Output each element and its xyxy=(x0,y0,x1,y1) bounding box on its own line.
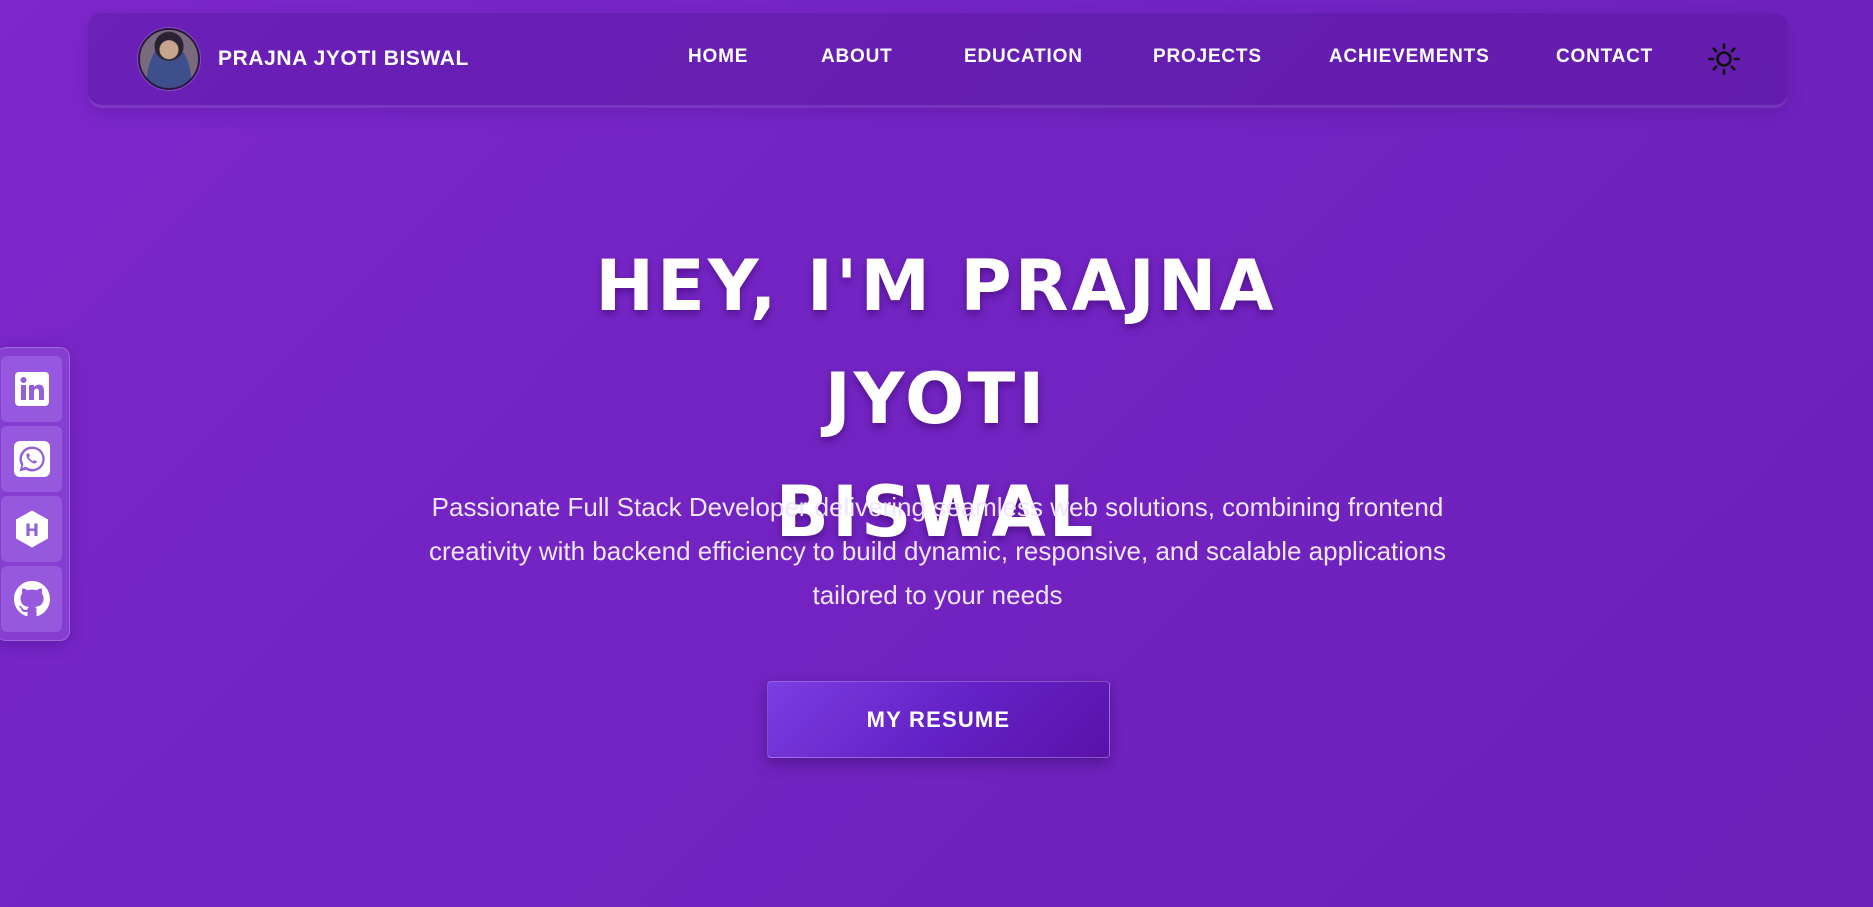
whatsapp-icon xyxy=(13,441,50,477)
hero-title-line1: HEY, I'M PRAJNA JYOTI xyxy=(595,245,1277,440)
social-whatsapp[interactable] xyxy=(1,426,62,492)
nav-about[interactable]: ABOUT xyxy=(821,46,893,68)
github-icon xyxy=(13,581,50,617)
svg-text:H: H xyxy=(24,521,38,541)
linkedin-icon xyxy=(14,372,49,406)
sun-icon xyxy=(1708,43,1740,75)
social-linkedin[interactable] xyxy=(1,356,62,422)
nav-education[interactable]: EDUCATION xyxy=(964,46,1083,68)
resume-button[interactable]: MY RESUME xyxy=(767,681,1110,758)
social-hashnode[interactable]: H xyxy=(1,496,62,562)
hero-description: Passionate Full Stack Developer deliveri… xyxy=(429,492,1446,610)
nav-home[interactable]: HOME xyxy=(688,46,748,68)
nav-links: HOME ABOUT EDUCATION PROJECTS ACHIEVEMEN… xyxy=(88,13,1788,105)
nav-projects[interactable]: PROJECTS xyxy=(1153,46,1262,68)
theme-toggle-button[interactable] xyxy=(1708,43,1740,75)
nav-contact[interactable]: CONTACT xyxy=(1556,46,1653,68)
nav-achievements[interactable]: ACHIEVEMENTS xyxy=(1329,46,1490,68)
social-github[interactable] xyxy=(1,566,62,632)
social-sidebar: H xyxy=(0,347,70,641)
navbar: PRAJNA JYOTI BISWAL HOME ABOUT EDUCATION… xyxy=(88,13,1788,106)
hashnode-icon: H xyxy=(15,510,48,548)
